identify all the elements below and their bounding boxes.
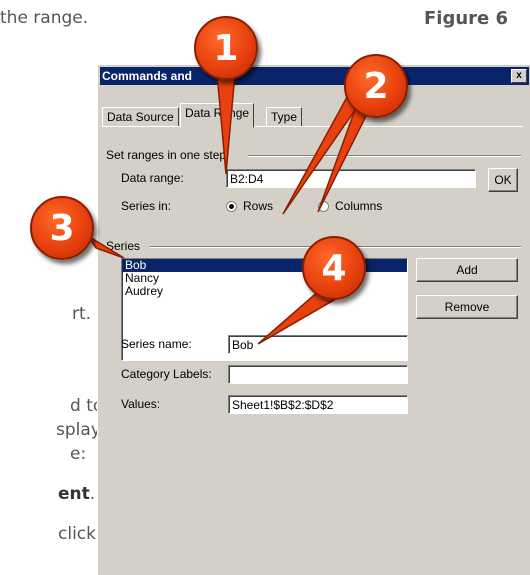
callout-4: 4 (302, 236, 366, 300)
callout-3-pointer (87, 235, 125, 259)
callout-2-pointer-a (282, 86, 363, 215)
callout-pointers (87, 61, 373, 345)
callout-1: 1 (194, 16, 258, 80)
callout-2: 2 (344, 54, 408, 118)
callout-3: 3 (30, 196, 94, 260)
